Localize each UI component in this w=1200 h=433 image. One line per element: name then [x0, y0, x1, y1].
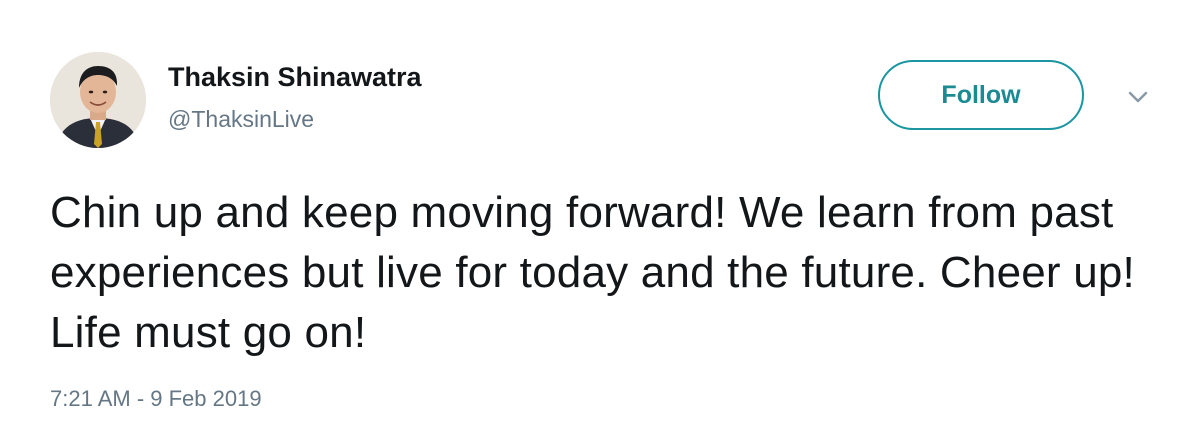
tweet-timestamp[interactable]: 7:21 AM - 9 Feb 2019 — [50, 386, 262, 412]
follow-button-label: Follow — [941, 80, 1021, 109]
avatar[interactable] — [50, 52, 146, 148]
user-handle[interactable]: @ThaksinLive — [168, 106, 314, 133]
display-name[interactable]: Thaksin Shinawatra — [168, 62, 422, 93]
chevron-down-icon[interactable] — [1126, 89, 1150, 105]
tweet-card: Thaksin Shinawatra @ThaksinLive Follow C… — [0, 0, 1200, 433]
tweet-text: Chin up and keep moving forward! We lear… — [50, 188, 1135, 357]
follow-button[interactable]: Follow — [878, 60, 1084, 130]
profile-photo-icon — [50, 52, 146, 148]
